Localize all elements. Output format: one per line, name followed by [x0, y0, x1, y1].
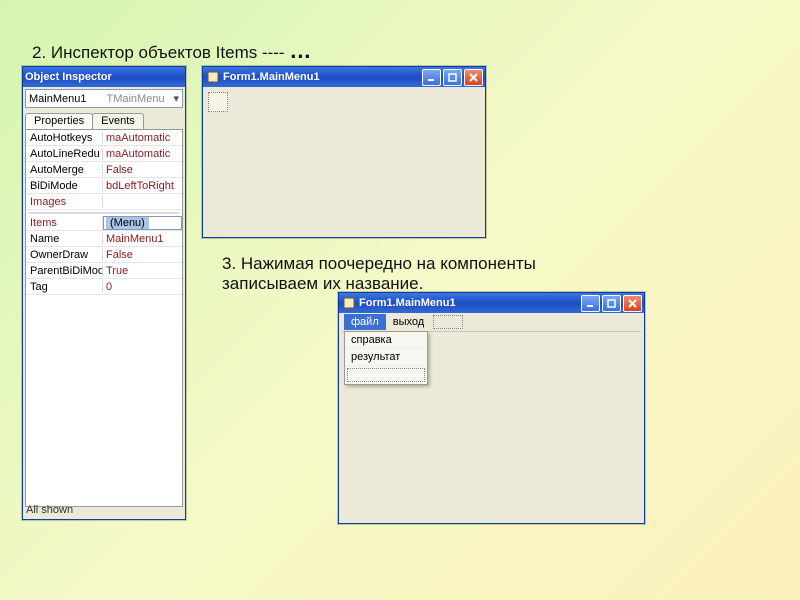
form-small-client[interactable] [206, 90, 482, 234]
table-row-selected[interactable]: Items(Menu) [26, 215, 182, 231]
form-small-title: Form1.MainMenu1 [223, 71, 422, 83]
tab-events[interactable]: Events [92, 113, 144, 129]
prop-value[interactable]: True [103, 265, 182, 277]
inspector-status: All shown [26, 504, 73, 516]
form-big-titlebar[interactable]: Form1.MainMenu1 [339, 293, 644, 313]
step3-line2: записываем их название. [222, 274, 423, 293]
inspector-title-text: Object Inspector [25, 71, 183, 83]
prop-value-text: (Menu) [106, 217, 149, 229]
prop-name: OwnerDraw [26, 249, 103, 261]
dropdown-item-placeholder[interactable] [347, 368, 425, 382]
table-row[interactable]: AutoMergeFalse [26, 162, 182, 178]
table-row[interactable]: BiDiModebdLeftToRight [26, 178, 182, 194]
table-row[interactable]: Images [26, 194, 182, 210]
form-big-client[interactable]: файл выход справка результат [342, 313, 641, 520]
menu-item-exit[interactable]: выход [386, 314, 431, 330]
inspector-tabs: Properties Events [25, 111, 183, 129]
form-big-title: Form1.MainMenu1 [359, 297, 581, 309]
menu-item-file[interactable]: файл [344, 314, 386, 330]
prop-value[interactable]: False [103, 249, 182, 261]
prop-value[interactable]: MainMenu1 [103, 233, 182, 245]
close-button[interactable] [623, 295, 642, 312]
prop-name: AutoHotkeys [26, 132, 103, 144]
inspector-titlebar[interactable]: Object Inspector [23, 67, 185, 87]
prop-name: AutoLineRedu [26, 148, 103, 160]
prop-value[interactable]: bdLeftToRight [103, 180, 182, 192]
prop-name: AutoMerge [26, 164, 103, 176]
step2-dots: … [289, 38, 311, 63]
prop-name: Items [26, 217, 103, 229]
prop-name: Images [26, 196, 103, 208]
mainmenu-component-icon[interactable] [208, 92, 228, 112]
table-row[interactable]: NameMainMenu1 [26, 231, 182, 247]
form-designer-big: Form1.MainMenu1 файл выход справка резул… [338, 292, 645, 524]
dropdown-item-result[interactable]: результат [345, 349, 427, 366]
minimize-button[interactable] [422, 69, 441, 86]
close-button[interactable] [464, 69, 483, 86]
maximize-button[interactable] [443, 69, 462, 86]
prop-value[interactable]: maAutomatic [103, 148, 182, 160]
form-small-titlebar[interactable]: Form1.MainMenu1 [203, 67, 485, 87]
prop-name: Tag [26, 281, 103, 293]
app-icon [342, 296, 356, 310]
prop-value[interactable]: False [103, 164, 182, 176]
step3-line1: 3. Нажимая поочередно на компоненты [222, 254, 536, 273]
menu-item-placeholder[interactable] [433, 315, 463, 329]
table-row[interactable]: Tag0 [26, 279, 182, 295]
table-row[interactable]: AutoLineRedumaAutomatic [26, 146, 182, 162]
combo-instance-name: MainMenu1 [29, 93, 86, 105]
inspector-component-combo[interactable]: MainMenu1 TMainMenu ▾ [25, 89, 183, 108]
dropdown-item-help[interactable]: справка [345, 332, 427, 349]
step2-text: 2. Инспектор объектов Items ---- [32, 43, 289, 62]
prop-value[interactable]: 0 [103, 281, 182, 293]
minimize-button[interactable] [581, 295, 600, 312]
menu-bar: файл выход [342, 313, 641, 332]
instruction-step-2: 2. Инспектор объектов Items ---- … [32, 38, 311, 64]
prop-value[interactable]: (Menu) [103, 216, 182, 230]
app-icon [206, 70, 220, 84]
chevron-down-icon: ▾ [173, 92, 179, 105]
tab-properties[interactable]: Properties [25, 113, 93, 129]
table-row[interactable]: OwnerDrawFalse [26, 247, 182, 263]
window-controls [581, 295, 642, 312]
form-designer-small: Form1.MainMenu1 [202, 66, 486, 238]
instruction-step-3: 3. Нажимая поочередно на компоненты запи… [222, 254, 536, 294]
combo-class-name: TMainMenu [106, 93, 164, 105]
prop-name: Name [26, 233, 103, 245]
table-row[interactable]: ParentBiDiModTrue [26, 263, 182, 279]
maximize-button[interactable] [602, 295, 621, 312]
prop-value[interactable]: maAutomatic [103, 132, 182, 144]
object-inspector-window: Object Inspector MainMenu1 TMainMenu ▾ P… [22, 66, 186, 520]
prop-name: ParentBiDiMod [26, 265, 103, 277]
menu-dropdown: справка результат [344, 331, 428, 385]
table-row[interactable]: AutoHotkeysmaAutomatic [26, 130, 182, 146]
window-controls [422, 69, 483, 86]
property-grid[interactable]: AutoHotkeysmaAutomatic AutoLineRedumaAut… [25, 129, 183, 507]
prop-name: BiDiMode [26, 180, 103, 192]
